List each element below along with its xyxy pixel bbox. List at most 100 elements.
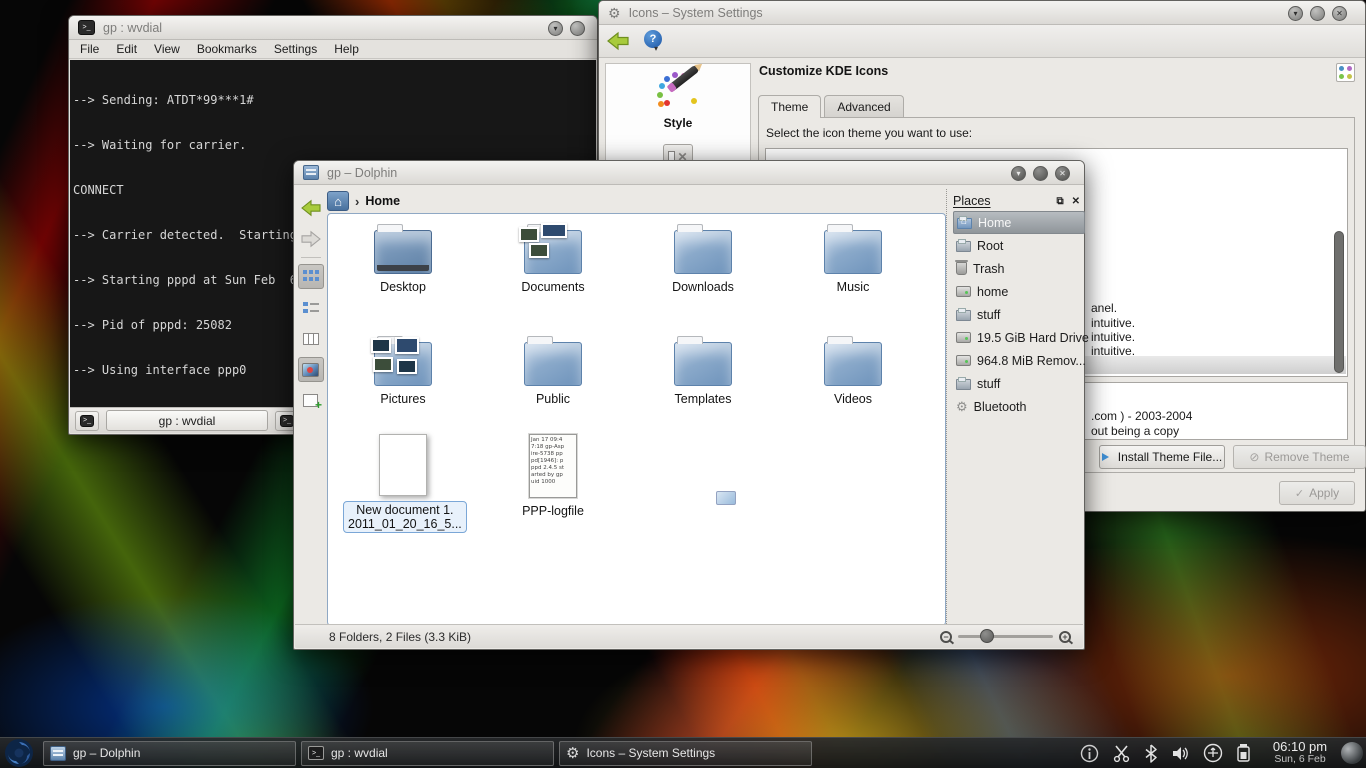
theme-list-item-fragment[interactable]: anel. — [1091, 301, 1117, 315]
info-icon[interactable] — [1080, 744, 1099, 763]
launcher-swirl-icon — [4, 738, 34, 768]
place-item-home-drive[interactable]: home — [953, 280, 1085, 303]
icon-settings-tabs: Theme Advanced — [758, 95, 907, 118]
folder-item[interactable]: Music — [793, 222, 913, 294]
breadcrumb-home[interactable]: Home — [365, 194, 400, 208]
back-button[interactable] — [298, 195, 324, 220]
status-text: 8 Folders, 2 Files (3.3 KiB) — [329, 630, 471, 644]
icons-view-icon — [303, 270, 319, 283]
menu-file[interactable]: File — [80, 42, 99, 56]
klipper-scissors-icon[interactable] — [1112, 744, 1131, 763]
maximize-button[interactable] — [1033, 166, 1048, 181]
tab-theme[interactable]: Theme — [758, 95, 821, 118]
zoom-slider[interactable] — [958, 635, 1053, 638]
zoom-slider-handle[interactable] — [980, 629, 994, 643]
terminal-icon — [308, 746, 324, 760]
terminal-tab[interactable]: gp : wvdial — [106, 410, 268, 431]
taskbar-task-dolphin[interactable]: gp – Dolphin — [43, 741, 296, 766]
theme-list-item-fragment[interactable]: intuitive. — [1091, 330, 1135, 344]
place-item-hard-drive[interactable]: 19.5 GiB Hard Drive — [953, 326, 1085, 349]
preview-toggle-button[interactable] — [298, 357, 324, 382]
help-button[interactable]: ? ▾ — [644, 30, 658, 53]
menu-settings[interactable]: Settings — [274, 42, 317, 56]
maximize-button[interactable] — [570, 21, 585, 36]
install-theme-button[interactable]: Install Theme File... — [1099, 445, 1225, 469]
battery-icon[interactable] — [1236, 743, 1251, 763]
places-panel-header[interactable]: Places ⧉ ✕ — [953, 191, 1085, 211]
file-item-selected[interactable]: New document 1.2011_01_20_16_5... — [343, 434, 463, 533]
folder-view[interactable]: Desktop Documents Downloads Music — [327, 213, 946, 626]
place-item-stuff[interactable]: stuff — [953, 303, 1085, 326]
folder-item[interactable]: Videos — [793, 334, 913, 406]
clock[interactable]: 06:10 pm Sun, 6 Feb — [1263, 740, 1337, 766]
place-item-trash[interactable]: Trash — [953, 257, 1085, 280]
folder-item[interactable]: Templates — [643, 334, 763, 406]
folder-item[interactable]: Documents — [493, 222, 613, 294]
folder-item[interactable]: Pictures — [343, 334, 463, 406]
close-button[interactable] — [1332, 6, 1347, 21]
maximize-button[interactable] — [1310, 6, 1325, 21]
places-title: Places — [953, 194, 991, 208]
sidebar-item-style[interactable]: Style — [606, 72, 750, 130]
taskbar-task-terminal[interactable]: gp : wvdial — [301, 741, 554, 766]
place-item-bluetooth[interactable]: ⚙ Bluetooth — [953, 395, 1085, 418]
style-pencil-icon — [655, 72, 701, 112]
app-launcher-button[interactable] — [0, 738, 38, 768]
tab-advanced[interactable]: Advanced — [824, 95, 903, 117]
bluetooth-icon[interactable] — [1144, 744, 1158, 763]
taskbar-task-system-settings[interactable]: ⚙ Icons – System Settings — [559, 741, 812, 766]
new-tab-button[interactable] — [75, 411, 99, 431]
close-panel-icon[interactable]: ✕ — [1072, 196, 1080, 207]
place-item-removable[interactable]: 964.8 MiB Remov... — [953, 349, 1085, 372]
back-icon[interactable] — [606, 31, 630, 51]
columns-view-button[interactable] — [298, 326, 324, 351]
menu-view[interactable]: View — [154, 42, 180, 56]
minimize-button[interactable] — [1288, 6, 1303, 21]
forward-button[interactable] — [298, 226, 324, 251]
theme-description-line: out being a copy — [1091, 424, 1179, 438]
menu-help[interactable]: Help — [334, 42, 359, 56]
volume-icon[interactable] — [1171, 745, 1190, 762]
home-icon[interactable]: ⌂ — [327, 191, 349, 211]
place-item-stuff-2[interactable]: stuff — [953, 372, 1085, 395]
folder-item[interactable]: Downloads — [643, 222, 763, 294]
drive-icon — [956, 355, 971, 366]
apply-button[interactable]: ✓ Apply — [1279, 481, 1355, 505]
file-item[interactable]: Jan 17 09:4 7:18 gp-Asp ire-5738 pp pd[1… — [493, 434, 613, 518]
folder-item[interactable]: Desktop — [343, 222, 463, 294]
usb-device-icon[interactable] — [1203, 743, 1223, 763]
theme-description-line: .com ) - 2003-2004 — [1091, 409, 1192, 423]
zoom-controls: − + — [940, 631, 1071, 643]
folder-item[interactable]: Public — [493, 334, 613, 406]
theme-list-item-fragment[interactable]: intuitive. — [1091, 316, 1135, 330]
desktop: gp : wvdial File Edit View Bookmarks Set… — [0, 0, 1366, 768]
panel-toolbox-cashew-icon[interactable] — [1341, 742, 1363, 764]
menu-bookmarks[interactable]: Bookmarks — [197, 42, 257, 56]
system-tray — [1080, 743, 1251, 763]
system-settings-titlebar[interactable]: ⚙ Icons – System Settings — [599, 1, 1365, 25]
details-view-button[interactable] — [298, 295, 324, 320]
folder-icon-public — [524, 342, 582, 386]
zoom-in-icon[interactable]: + — [1059, 631, 1071, 643]
terminal-line: --> Waiting for carrier. — [73, 138, 596, 153]
minimize-button[interactable] — [548, 21, 563, 36]
clock-date: Sun, 6 Feb — [1263, 753, 1337, 766]
close-button[interactable] — [1055, 166, 1070, 181]
remove-theme-button[interactable]: ⊘ Remove Theme — [1233, 445, 1366, 469]
dolphin-toolbar — [294, 189, 327, 624]
split-view-button[interactable] — [298, 388, 324, 413]
minimize-button[interactable] — [1011, 166, 1026, 181]
terminal-titlebar[interactable]: gp : wvdial — [69, 16, 597, 40]
terminal-window-icon — [78, 20, 95, 35]
zoom-out-icon[interactable]: − — [940, 631, 952, 643]
float-panel-icon[interactable]: ⧉ — [1056, 196, 1063, 207]
icons-view-button[interactable] — [298, 264, 324, 289]
dolphin-titlebar[interactable]: gp – Dolphin — [294, 161, 1084, 185]
terminal-icon — [80, 415, 94, 427]
trash-icon — [956, 262, 967, 275]
place-item-root[interactable]: Root — [953, 234, 1085, 257]
place-item-home[interactable]: Home — [953, 211, 1085, 234]
folder-icon-videos — [824, 342, 882, 386]
scrollbar-thumb[interactable] — [1334, 231, 1344, 373]
menu-edit[interactable]: Edit — [116, 42, 137, 56]
